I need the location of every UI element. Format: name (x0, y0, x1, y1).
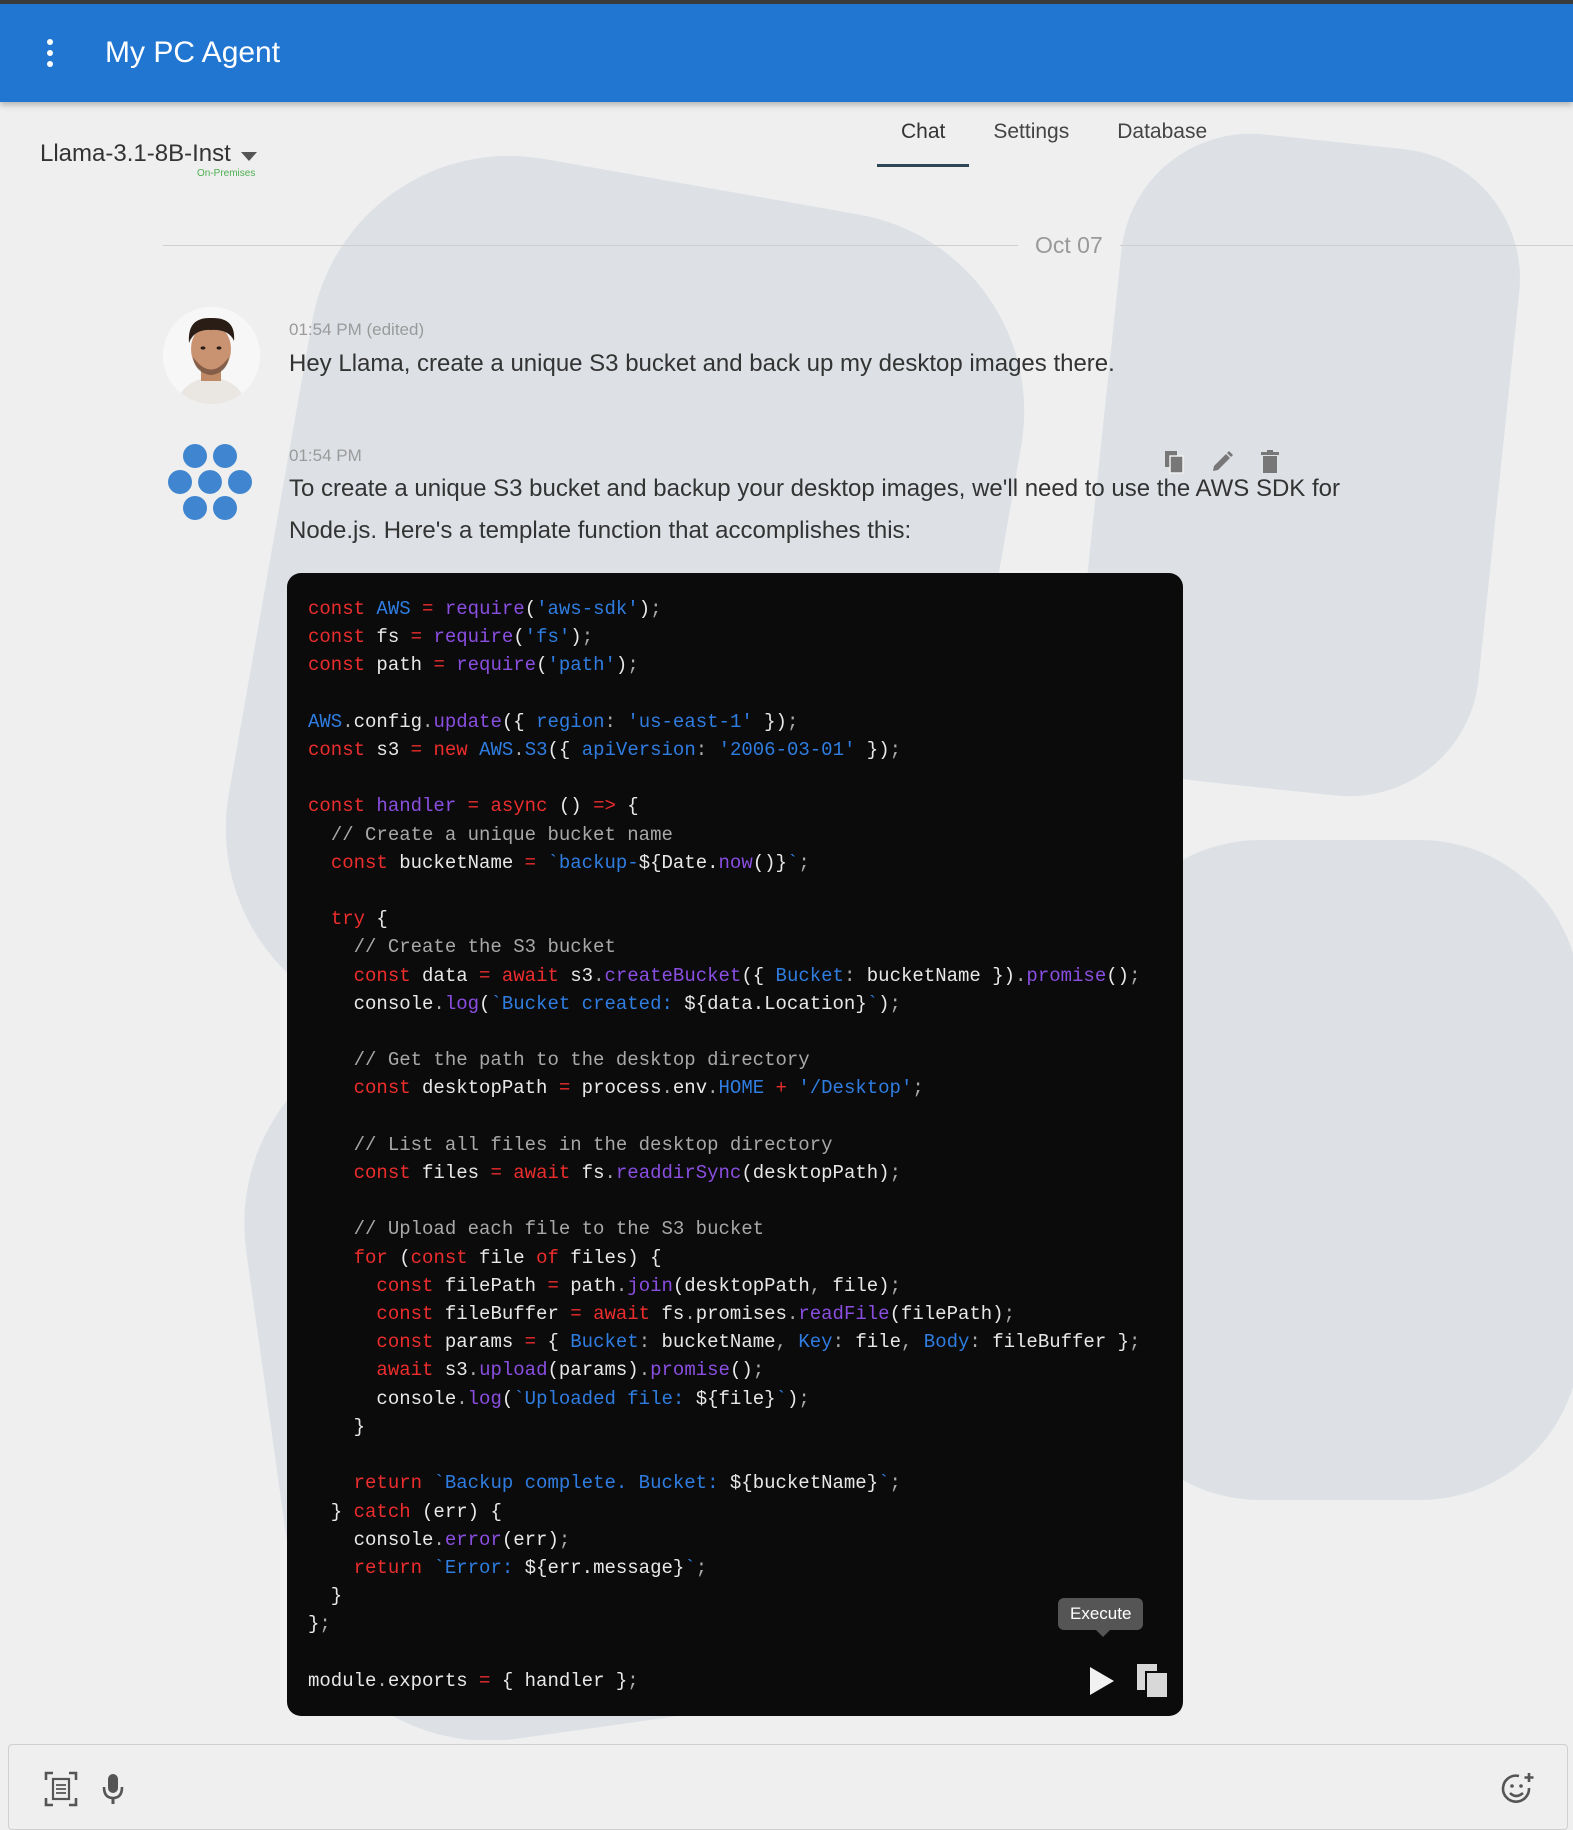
tab-database[interactable]: Database (1093, 108, 1231, 167)
model-name: Llama-3.1-8B-Inst (40, 140, 231, 167)
assistant-message-line-2: Node.js. Here's a template function that… (289, 517, 912, 544)
app-window: My PC Agent Llama-3.1-8B-Inst On-Premise… (0, 0, 1573, 1830)
divider (163, 245, 1018, 246)
model-selector[interactable]: Llama-3.1-8B-Inst On-Premises (40, 140, 257, 179)
message-timestamp: 01:54 PM (289, 446, 362, 465)
user-avatar (163, 307, 260, 404)
app-title: My PC Agent (105, 36, 281, 69)
model-deployment-badge: On-Premises (197, 168, 256, 179)
user-message-text: Hey Llama, create a unique S3 bucket and… (289, 350, 1115, 377)
chevron-down-icon (240, 152, 257, 162)
execute-tooltip: Execute (1058, 1598, 1144, 1637)
date-separator: Oct 07 (163, 230, 1573, 260)
screen-capture-icon[interactable] (41, 1769, 81, 1809)
main-tabs: Chat Settings Database (877, 108, 1231, 167)
assistant-avatar (168, 440, 252, 524)
microphone-icon[interactable] (93, 1769, 133, 1809)
add-emoji-icon[interactable] (1498, 1769, 1538, 1809)
tab-chat[interactable]: Chat (877, 108, 970, 167)
code-content: const AWS = require('aws-sdk'); const fs… (308, 598, 1141, 1692)
chat-input-bar (8, 1744, 1568, 1830)
divider (1120, 245, 1573, 246)
code-block: const AWS = require('aws-sdk'); const fs… (287, 573, 1183, 1716)
more-vert-icon[interactable] (25, 28, 75, 78)
message-timestamp: 01:54 PM (edited) (289, 320, 425, 339)
tab-settings[interactable]: Settings (969, 108, 1093, 167)
date-label: Oct 07 (1035, 232, 1103, 258)
app-header: My PC Agent (0, 0, 1573, 102)
chat-message-input[interactable] (159, 1763, 1459, 1813)
assistant-message-line-1: To create a unique S3 bucket and backup … (289, 475, 1340, 502)
copy-icon[interactable] (1135, 1662, 1171, 1700)
play-icon[interactable] (1084, 1664, 1118, 1698)
